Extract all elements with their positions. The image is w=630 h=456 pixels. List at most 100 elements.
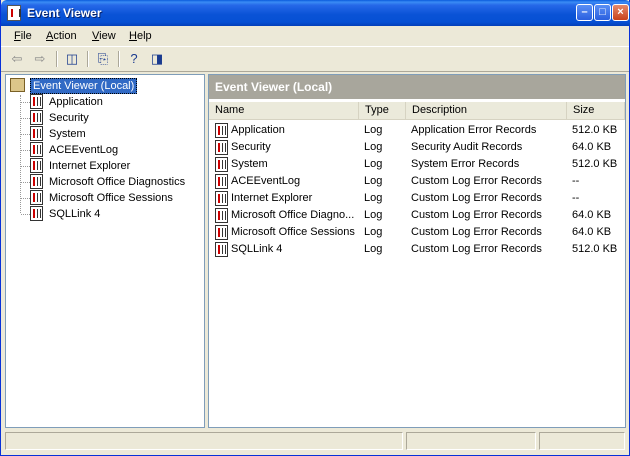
tree-connector <box>21 198 30 199</box>
status-panel-tertiary <box>539 432 625 450</box>
row-type: Log <box>364 158 383 170</box>
tree-connector <box>21 150 30 151</box>
row-type: Log <box>364 192 383 204</box>
event-log-icon <box>215 208 228 223</box>
details-pane: Event Viewer (Local) Name Type Descripti… <box>208 74 626 428</box>
event-log-icon <box>30 206 43 221</box>
row-description: Security Audit Records <box>411 141 523 153</box>
menu-file[interactable]: File <box>8 28 38 44</box>
event-log-icon <box>215 191 228 206</box>
table-row[interactable]: ACEEventLog Log Custom Log Error Records… <box>209 173 625 190</box>
row-type: Log <box>364 226 383 238</box>
table-row[interactable]: Security Log Security Audit Records 64.0… <box>209 139 625 156</box>
row-size: 64.0 KB <box>572 226 612 238</box>
row-name: System <box>231 158 268 170</box>
toolbar-separator <box>87 51 89 67</box>
column-header-size[interactable]: Size <box>567 102 625 119</box>
table-row[interactable]: System Log System Error Records 512.0 KB <box>209 156 625 173</box>
menu-help[interactable]: Help <box>123 28 158 44</box>
window-title: Event Viewer <box>27 6 102 20</box>
table-row[interactable]: Application Log Application Error Record… <box>209 122 625 139</box>
row-size: 512.0 KB <box>572 158 618 170</box>
row-type: Log <box>364 209 383 221</box>
tree-root-label[interactable]: Event Viewer (Local) <box>30 78 138 94</box>
event-log-icon <box>215 157 228 172</box>
tree-connector <box>21 102 30 103</box>
table-row[interactable]: Microsoft Office Diagno... Log Custom Lo… <box>209 207 625 224</box>
column-header-description[interactable]: Description <box>406 102 567 119</box>
row-size: -- <box>572 192 580 204</box>
row-description: System Error Records <box>411 158 520 170</box>
row-description: Custom Log Error Records <box>411 209 542 221</box>
row-type: Log <box>364 175 383 187</box>
event-log-icon <box>215 174 228 189</box>
export-list-icon[interactable]: ⎘ <box>93 50 113 68</box>
title-bar[interactable]: Event Viewer – □ × <box>1 0 630 26</box>
status-panel-secondary <box>406 432 536 450</box>
forward-arrow-icon[interactable]: ⇨ <box>30 50 50 68</box>
row-name: Microsoft Office Sessions <box>231 226 355 238</box>
event-log-icon <box>30 126 43 141</box>
row-size: -- <box>572 175 580 187</box>
event-log-icon <box>30 174 43 189</box>
show-hide-console-tree-icon[interactable]: ◫ <box>62 50 82 68</box>
row-description: Application Error Records <box>411 124 537 136</box>
row-name: Security <box>231 141 271 153</box>
status-bar <box>5 430 626 452</box>
tree-connector <box>21 134 30 135</box>
row-name: Microsoft Office Diagno... <box>231 209 355 221</box>
back-arrow-icon[interactable]: ⇦ <box>7 50 27 68</box>
help-icon[interactable]: ? <box>124 50 144 68</box>
row-description: Custom Log Error Records <box>411 175 542 187</box>
toolbar-separator <box>118 51 120 67</box>
event-log-icon <box>30 142 43 157</box>
row-type: Log <box>364 124 383 136</box>
menu-action[interactable]: Action <box>40 28 83 44</box>
event-log-icon <box>30 110 43 125</box>
close-button[interactable]: × <box>612 4 629 21</box>
row-size: 512.0 KB <box>572 124 618 136</box>
minimize-button[interactable]: – <box>576 4 593 21</box>
tree-connector <box>21 182 30 183</box>
event-log-icon <box>215 140 228 155</box>
row-name: Internet Explorer <box>231 192 313 204</box>
tree-connector <box>20 95 21 213</box>
event-log-icon <box>215 242 228 257</box>
tree-connector <box>21 166 30 167</box>
event-log-icon <box>215 123 228 138</box>
table-row[interactable]: Microsoft Office Sessions Log Custom Log… <box>209 224 625 241</box>
column-header-row: Name Type Description Size <box>209 102 625 120</box>
row-name: SQLLink 4 <box>231 243 283 255</box>
table-row[interactable]: Internet Explorer Log Custom Log Error R… <box>209 190 625 207</box>
console-tree[interactable]: Event Viewer (Local) Application Securit… <box>5 74 205 428</box>
row-size: 64.0 KB <box>572 141 612 153</box>
row-description: Custom Log Error Records <box>411 226 542 238</box>
row-name: ACEEventLog <box>231 175 301 187</box>
row-type: Log <box>364 141 383 153</box>
event-log-icon <box>30 158 43 173</box>
event-viewer-app-icon <box>7 5 21 21</box>
row-size: 64.0 KB <box>572 209 612 221</box>
event-viewer-window: Event Viewer – □ × File Action View Help… <box>0 0 630 456</box>
event-viewer-icon <box>10 78 25 92</box>
tree-connector <box>21 214 30 215</box>
toolbar: ⇦ ⇨ ◫ ⎘ ? ◨ <box>1 46 629 72</box>
row-description: Custom Log Error Records <box>411 243 542 255</box>
column-header-type[interactable]: Type <box>359 102 406 119</box>
maximize-button[interactable]: □ <box>594 4 611 21</box>
row-type: Log <box>364 243 383 255</box>
show-hide-action-pane-icon[interactable]: ◨ <box>147 50 167 68</box>
menu-view[interactable]: View <box>86 28 122 44</box>
status-panel-main <box>5 432 403 450</box>
event-log-icon <box>30 190 43 205</box>
details-pane-header: Event Viewer (Local) <box>209 75 625 99</box>
tree-connector <box>21 118 30 119</box>
row-size: 512.0 KB <box>572 243 618 255</box>
event-log-icon <box>215 225 228 240</box>
event-log-icon <box>30 94 43 109</box>
table-row[interactable]: SQLLink 4 Log Custom Log Error Records 5… <box>209 241 625 258</box>
row-description: Custom Log Error Records <box>411 192 542 204</box>
menu-bar: File Action View Help <box>1 26 629 46</box>
toolbar-separator <box>56 51 58 67</box>
column-header-name[interactable]: Name <box>209 102 359 119</box>
